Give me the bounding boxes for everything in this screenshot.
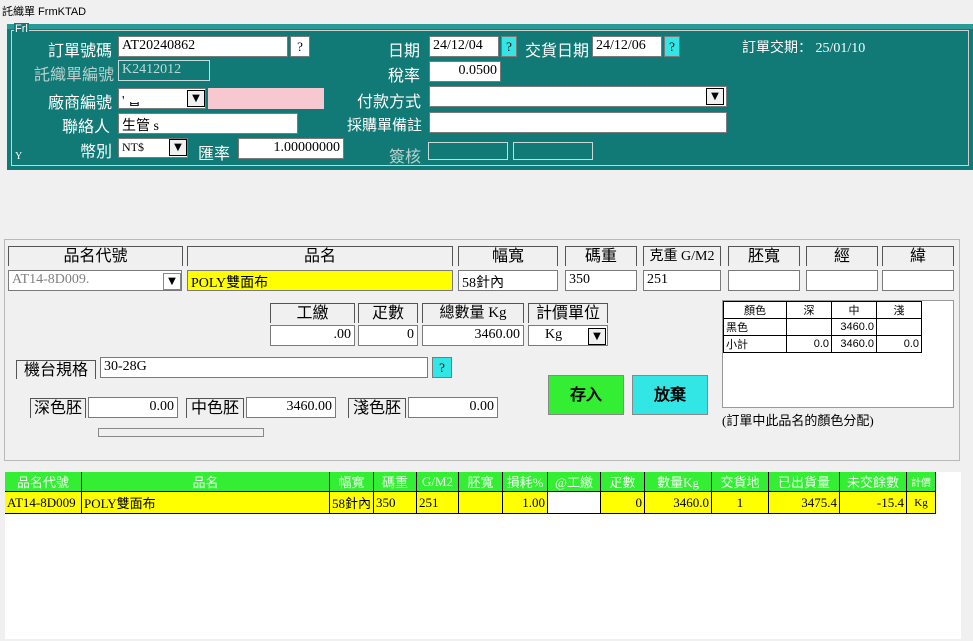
vendor-dropdown-icon[interactable]: ▼ — [187, 90, 205, 107]
table-row[interactable]: AT14-8D009 POLY雙面布 58針內 350 251 1.00 0 3… — [5, 491, 937, 514]
progress-bar — [98, 428, 264, 437]
payment-label: 付款方式 — [357, 94, 422, 111]
col-header-code: 品名代號 — [8, 246, 183, 266]
detail-grid[interactable]: 品名代號 品名 幅寬 碼重 G/M2 胚寬 損耗% @工繳 疋數 數量Kg 交貨… — [5, 472, 961, 639]
col-header-count: 疋數 — [358, 303, 418, 323]
grid-header-shipped[interactable]: 已出貨量 — [768, 472, 841, 492]
grid-header-loss[interactable]: 損耗% — [502, 472, 549, 492]
vendor-name-field — [208, 88, 324, 109]
exrate-input[interactable]: 1.00000000 — [238, 138, 344, 159]
grid-header-remaining[interactable]: 未交餘數 — [839, 472, 908, 492]
product-name-input[interactable]: POLY雙面布 — [187, 270, 453, 291]
approve-field-2 — [513, 142, 593, 160]
product-code-select[interactable]: AT14-8D009. — [8, 270, 182, 291]
grid-header-gsm[interactable]: G/M2 — [416, 472, 460, 492]
weave-no-label: 託織單編號 — [34, 67, 115, 84]
col-header-yard-weight: 碼重 — [565, 246, 637, 266]
contact-label: 聯絡人 — [62, 119, 111, 136]
col-header-unit: 計價單位 — [528, 303, 608, 323]
warp-input[interactable] — [806, 270, 878, 291]
machine-spec-input[interactable]: 30-28G — [100, 357, 428, 378]
yard-weight-input[interactable]: 350 — [565, 270, 637, 291]
order-no-label: 訂單號碼 — [48, 43, 113, 60]
color-table-header: 顏色 深 中 淺 — [723, 301, 922, 319]
col-header-weft: 緯 — [882, 246, 954, 266]
light-embryo-label: 淺色胚 — [348, 398, 406, 418]
remark-label: 採購單備註 — [347, 118, 423, 134]
mid-embryo-input[interactable]: 3460.00 — [246, 397, 336, 418]
product-code-dropdown-icon[interactable]: ▼ — [163, 273, 181, 290]
order-no-input[interactable]: AT20240862 — [118, 36, 288, 57]
exrate-label: 匯率 — [198, 146, 231, 163]
vendor-label: 廠商編號 — [48, 95, 113, 112]
grid-header-labor[interactable]: @工繳 — [547, 472, 602, 492]
order-lookup-button[interactable]: ? — [290, 36, 310, 57]
grid-header-delivery-place[interactable]: 交貨地 — [711, 472, 770, 492]
save-button[interactable]: 存入 — [548, 375, 624, 415]
payment-select[interactable] — [429, 86, 727, 107]
col-header-width: 幅寬 — [458, 246, 558, 266]
currency-dropdown-icon[interactable]: ▼ — [169, 139, 187, 156]
frame-corner-label: Y — [15, 151, 23, 162]
color-table-row: 黑色 3460.0 — [723, 318, 922, 336]
count-input[interactable]: 0 — [358, 325, 418, 346]
delivery-date-picker-button[interactable]: ? — [664, 36, 680, 57]
dark-embryo-label: 深色胚 — [30, 398, 86, 418]
col-header-warp: 經 — [806, 246, 878, 266]
window-title: 託織單 FrmKTAD — [2, 6, 87, 18]
date-picker-button[interactable]: ? — [501, 36, 517, 57]
machine-lookup-button[interactable]: ? — [432, 357, 452, 378]
vendor-code: ' ᆸ — [122, 94, 141, 109]
col-header-gsm: 克重 G/M2 — [643, 246, 721, 266]
currency-label: 幣別 — [80, 144, 113, 161]
approve-field-1 — [428, 142, 508, 160]
order-due-date: 訂單交期： 25/01/10 — [742, 41, 866, 56]
color-table-subtotal-row: 小計 0.0 3460.0 0.0 — [723, 335, 922, 353]
grid-header-width[interactable]: 幅寬 — [329, 472, 375, 492]
grid-header-yard[interactable]: 碼重 — [373, 472, 418, 492]
payment-dropdown-icon[interactable]: ▼ — [706, 88, 724, 105]
width-input[interactable]: 58針內 — [458, 270, 558, 291]
grid-header-name[interactable]: 品名 — [81, 472, 330, 492]
grid-header-qty[interactable]: 數量Kg — [644, 472, 713, 492]
remark-input[interactable] — [429, 112, 727, 133]
redacted-labor-cell[interactable] — [547, 491, 602, 514]
weft-input[interactable] — [882, 270, 954, 291]
frame-label: Frl — [14, 23, 29, 35]
delivery-label: 交貨日期 — [525, 43, 590, 60]
date-label: 日期 — [388, 43, 421, 60]
weave-no-input: K2412012 — [118, 60, 210, 81]
dark-embryo-input[interactable]: 0.00 — [88, 397, 178, 418]
contact-input[interactable]: 生管 s — [118, 113, 298, 134]
grid-header-row: 品名代號 品名 幅寬 碼重 G/M2 胚寬 損耗% @工繳 疋數 數量Kg 交貨… — [5, 472, 937, 492]
unit-dropdown-icon[interactable]: ▼ — [588, 328, 606, 345]
grid-header-embryo[interactable]: 胚寬 — [458, 472, 504, 492]
color-summary-table: 顏色 深 中 淺 黑色 3460.0 小計 0.0 3460.0 0.0 — [722, 300, 954, 408]
col-header-labor: 工繳 — [270, 303, 355, 323]
embryo-width-input[interactable] — [728, 270, 800, 291]
delivery-date-input[interactable]: 24/12/06 — [592, 36, 662, 57]
cancel-button[interactable]: 放棄 — [632, 375, 708, 415]
grid-header-code[interactable]: 品名代號 — [5, 472, 82, 492]
date-input[interactable]: 24/12/04 — [429, 36, 499, 57]
color-distribution-note: (訂單中此品名的顏色分配) — [722, 413, 874, 428]
col-header-name: 品名 — [187, 246, 453, 266]
tax-label: 稅率 — [388, 68, 421, 85]
total-qty-input[interactable]: 3460.00 — [422, 325, 524, 346]
tax-input[interactable]: 0.0500 — [429, 61, 501, 82]
col-header-embryo-width: 胚寬 — [728, 246, 800, 266]
approve-label: 簽核 — [389, 149, 422, 166]
light-embryo-input[interactable]: 0.00 — [408, 397, 498, 418]
gsm-input[interactable]: 251 — [643, 270, 721, 291]
grid-header-count[interactable]: 疋數 — [600, 472, 646, 492]
grid-header-unit[interactable]: 計價 — [906, 472, 937, 492]
mid-embryo-label: 中色胚 — [186, 398, 244, 418]
machine-label: 機台規格 — [16, 360, 96, 379]
labor-input[interactable]: .00 — [270, 325, 355, 346]
col-header-total: 總數量 Kg — [422, 303, 524, 323]
